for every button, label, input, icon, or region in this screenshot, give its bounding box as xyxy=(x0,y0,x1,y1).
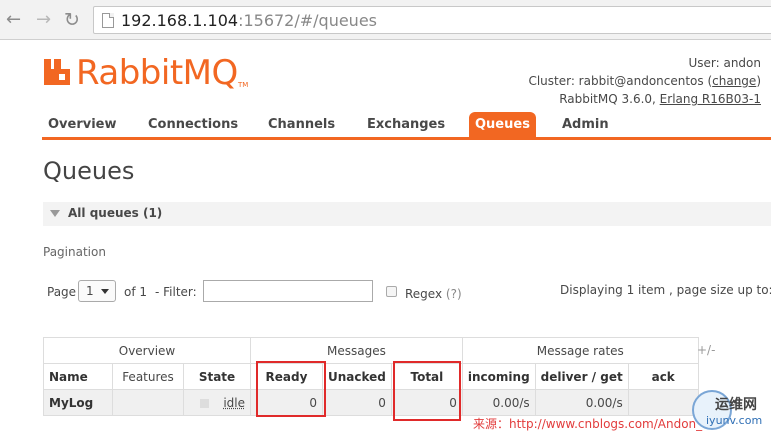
header-incoming[interactable]: incoming xyxy=(461,363,536,390)
regex-help-link[interactable]: (?) xyxy=(446,287,462,301)
header-deliver-get[interactable]: deliver / get xyxy=(534,363,629,390)
queue-state: idle xyxy=(183,389,251,416)
queue-deliver-get-rate: 0.00/s xyxy=(534,389,629,416)
logo-text: RabbitMQ xyxy=(76,53,238,93)
group-message-rates: Message rates xyxy=(461,337,699,364)
tab-queues[interactable]: Queues xyxy=(469,112,536,138)
table-row[interactable]: MyLog idle 0 0 0 0.00/s 0.00/s xyxy=(43,389,699,416)
main-nav-tabs: Overview Connections Channels Exchanges … xyxy=(42,112,771,140)
of-pages-label: of 1 xyxy=(124,285,148,299)
dropdown-caret-icon xyxy=(101,289,109,294)
queue-name-link[interactable]: MyLog xyxy=(43,389,113,416)
highlight-ready xyxy=(256,361,326,417)
forward-arrow-icon[interactable]: → xyxy=(36,9,51,31)
tab-exchanges[interactable]: Exchanges xyxy=(361,112,451,138)
user-info: User: andon Cluster: rabbit@andoncentos … xyxy=(528,54,761,108)
erlang-version: Erlang R16B03-1 xyxy=(659,92,761,106)
address-bar[interactable]: 192.168.1.104:15672/#/queues xyxy=(93,6,771,34)
group-messages: Messages xyxy=(250,337,463,364)
queues-table: Overview Messages Message rates Name Fea… xyxy=(43,337,699,416)
site-watermark: 运维网 iyunv.com xyxy=(692,390,771,434)
header-ack[interactable]: ack xyxy=(627,363,699,390)
pagination-controls: Page 1 of 1 - Filter: Regex (?) Displayi… xyxy=(47,279,771,307)
change-cluster-link[interactable]: change xyxy=(712,74,756,88)
page-label: Page xyxy=(47,285,77,299)
logo-trademark: TM xyxy=(238,81,249,89)
page-title: Queues xyxy=(43,157,135,185)
cluster-line: Cluster: rabbit@andoncentos (change) xyxy=(528,74,761,88)
source-watermark: 来源：http://www.cnblogs.com/Andon_liu xyxy=(473,417,717,431)
rabbit-logo-icon xyxy=(44,59,70,85)
version-line: RabbitMQ 3.6.0, Erlang R16B03-1 xyxy=(559,92,761,106)
user-line: User: andon xyxy=(688,56,761,70)
collapse-triangle-icon xyxy=(50,210,60,217)
highlight-total xyxy=(393,361,461,421)
regex-checkbox[interactable] xyxy=(386,286,397,297)
all-queues-section-toggle[interactable]: All queues (1) xyxy=(43,202,771,226)
pagination-label: Pagination xyxy=(43,245,106,259)
reload-icon[interactable]: ↻ xyxy=(64,9,80,31)
header-unacked[interactable]: Unacked xyxy=(322,363,392,390)
filter-label: - Filter: xyxy=(155,285,197,299)
header-features: Features xyxy=(112,363,184,390)
regex-label: Regex (?) xyxy=(405,287,462,301)
url-text[interactable]: 192.168.1.104:15672/#/queues xyxy=(121,11,377,30)
queue-unacked: 0 xyxy=(322,389,392,416)
tab-overview[interactable]: Overview xyxy=(42,112,123,138)
queue-features xyxy=(112,389,184,416)
tab-admin[interactable]: Admin xyxy=(556,112,615,138)
browser-toolbar: ← → ↻ 192.168.1.104:15672/#/queues xyxy=(0,0,771,40)
tab-connections[interactable]: Connections xyxy=(142,112,244,138)
column-toggle-link[interactable]: +/- xyxy=(697,343,715,357)
section-label: All queues (1) xyxy=(68,206,163,220)
header-name[interactable]: Name xyxy=(43,363,113,390)
queue-incoming-rate: 0.00/s xyxy=(461,389,536,416)
back-arrow-icon[interactable]: ← xyxy=(6,9,21,31)
group-overview: Overview xyxy=(43,337,251,364)
tab-channels[interactable]: Channels xyxy=(262,112,341,138)
filter-input[interactable] xyxy=(203,280,373,302)
state-indicator-icon xyxy=(200,398,210,408)
page-select[interactable]: 1 xyxy=(78,280,116,302)
queue-ack-rate xyxy=(627,389,699,416)
page-icon xyxy=(102,13,114,28)
header-state[interactable]: State xyxy=(183,363,251,390)
displaying-text: Displaying 1 item , page size up to: xyxy=(560,283,771,297)
